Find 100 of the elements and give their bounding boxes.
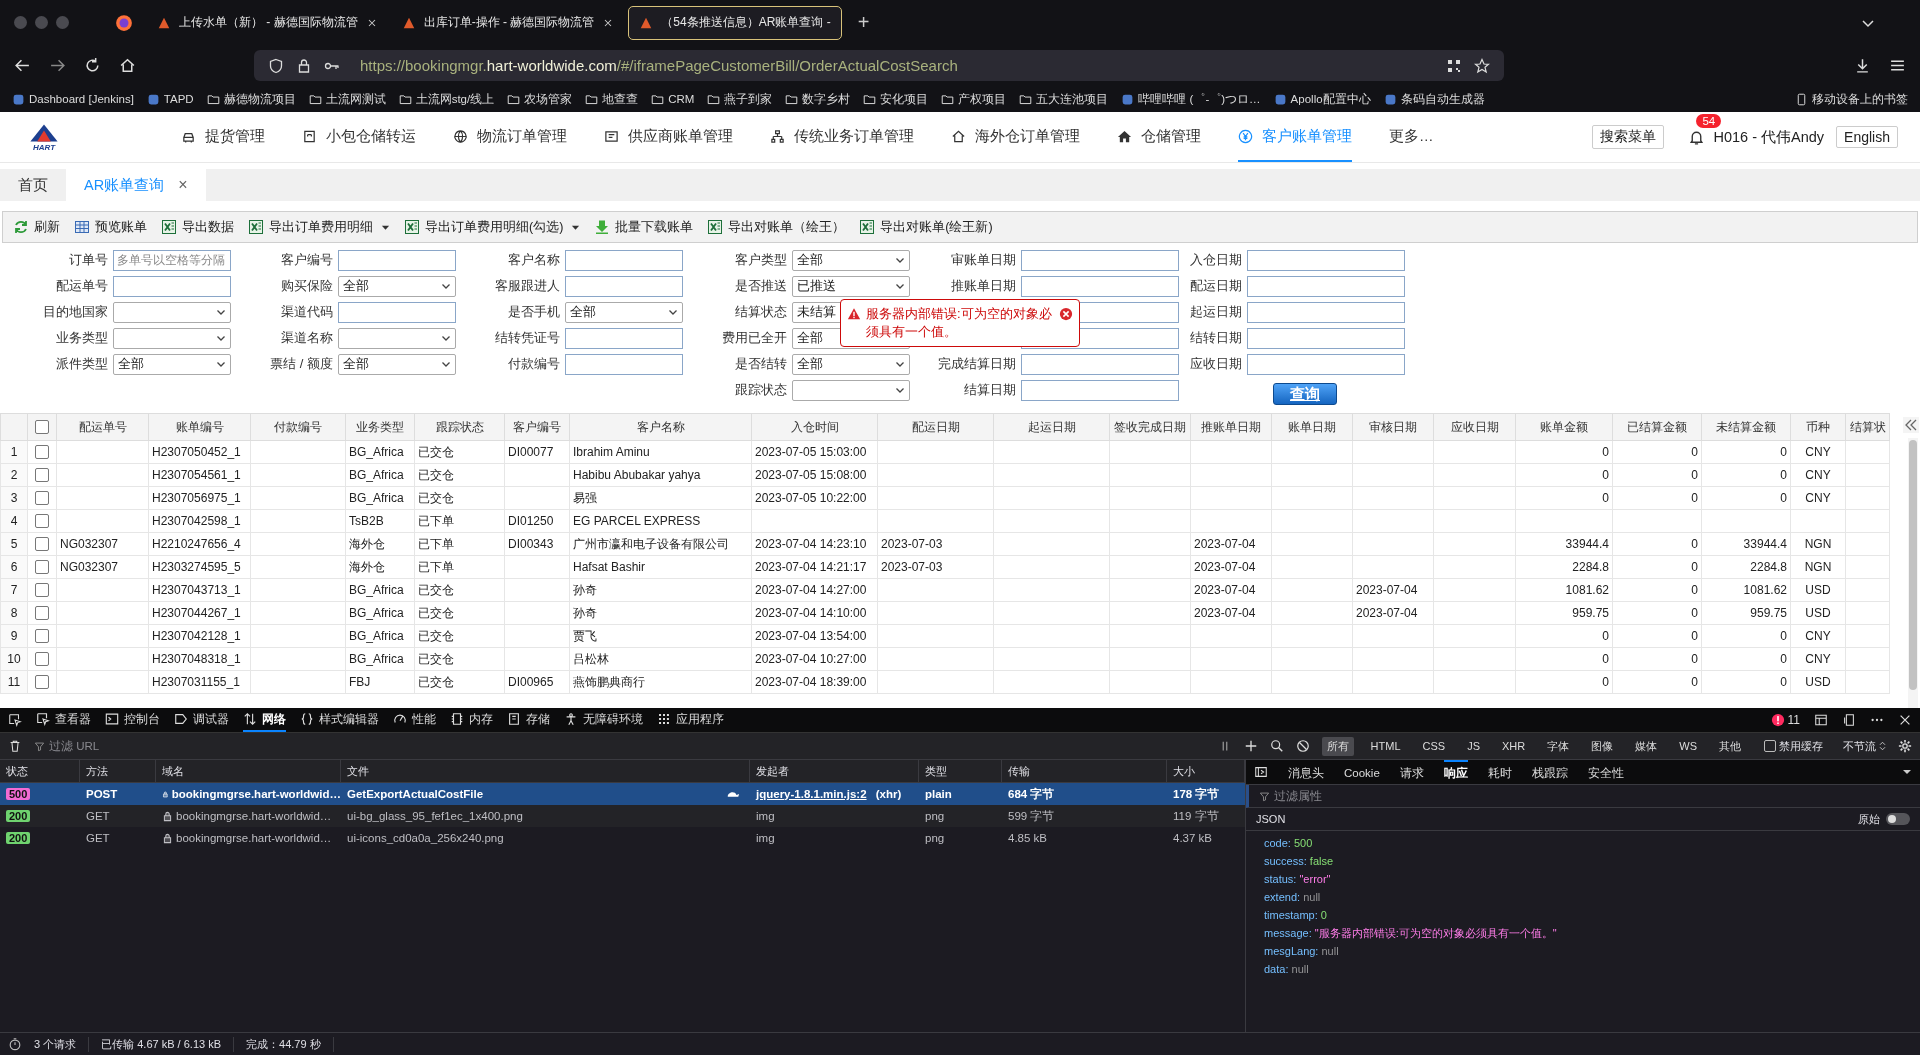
table-cell: 已交仓 bbox=[414, 647, 505, 671]
table-cell: DI00077 bbox=[504, 440, 570, 464]
table-cell: 2023-07-04 bbox=[1190, 555, 1272, 579]
field-label: 入仓日期 bbox=[1189, 251, 1242, 269]
row-number: 3 bbox=[0, 486, 28, 510]
table-cell: 0 bbox=[1612, 670, 1702, 694]
table-cell: 2023-07-04 10:27:00 bbox=[751, 647, 878, 671]
table-cell: H2307054561_1 bbox=[148, 463, 251, 487]
table-cell: 海外仓 bbox=[345, 532, 415, 556]
initiator-note: (xhr) bbox=[875, 788, 902, 800]
table-cell: 2023-07-04 bbox=[1352, 578, 1434, 602]
table-cell: CNY bbox=[1790, 647, 1846, 671]
table-cell: DI01250 bbox=[504, 509, 570, 533]
table-cell: 33944.4 bbox=[1515, 532, 1613, 556]
row-number: 4 bbox=[0, 509, 28, 533]
table-cell: 2023-07-05 15:03:00 bbox=[751, 440, 878, 464]
json-line: message: "服务器内部错误:可为空的对象必须具有一个值。" bbox=[1264, 926, 1558, 941]
domain-text: bookingmgrse.hart-worldwid… bbox=[171, 788, 341, 800]
table-cell: 33944.4 bbox=[1701, 532, 1791, 556]
field-label: 配运单号 bbox=[55, 277, 108, 295]
table-cell: 2023-07-04 bbox=[1352, 601, 1434, 625]
table-cell: 2023-07-04 14:23:10 bbox=[751, 532, 878, 556]
notification-badge: 54 bbox=[1696, 113, 1722, 128]
table-cell: H2307044267_1 bbox=[148, 601, 251, 625]
transferred-summary: 已传输 4.67 kB / 6.13 kB bbox=[101, 1036, 235, 1052]
field-label: 结转凭证号 bbox=[494, 329, 560, 347]
table-cell: 2284.8 bbox=[1701, 555, 1791, 579]
initiator-text: img bbox=[756, 810, 775, 822]
table-cell: 2023-07-05 10:22:00 bbox=[751, 486, 878, 510]
table-cell: BG_Africa bbox=[345, 624, 415, 648]
table-cell: 已交仓 bbox=[414, 463, 505, 487]
transferred-text: 599 字节 bbox=[1008, 808, 1055, 824]
field-label: 付款编号 bbox=[507, 355, 560, 373]
table-cell: 孙奇 bbox=[569, 601, 752, 625]
field-label: 完成结算日期 bbox=[937, 355, 1016, 373]
field-label: 结算状态 bbox=[734, 303, 787, 321]
table-cell: H2307056975_1 bbox=[148, 486, 251, 510]
table-cell: H2307031155_1 bbox=[148, 670, 251, 694]
table-cell: 959.75 bbox=[1701, 601, 1791, 625]
table-cell: 0 bbox=[1612, 532, 1702, 556]
table-cell: 孙奇 bbox=[569, 578, 752, 602]
table-cell: 2023-07-04 bbox=[1190, 601, 1272, 625]
table-cell: 已下单 bbox=[414, 532, 505, 556]
table-cell: NG032307 bbox=[56, 555, 149, 579]
field-label: 票结 / 额度 bbox=[269, 355, 333, 373]
table-cell: 0 bbox=[1515, 670, 1613, 694]
domain-text: bookingmgrse.hart-worldwid… bbox=[176, 832, 332, 844]
url-text: https://bookingmgr.hart-worldwide.com/#/iframePageCustomerBill/OrderActualCostSearch bbox=[360, 57, 958, 74]
table-cell: BG_Africa bbox=[345, 601, 415, 625]
table-cell: 已下单 bbox=[414, 509, 505, 533]
table-cell: 0 bbox=[1515, 624, 1613, 648]
status-badge: 200 bbox=[6, 832, 31, 844]
table-cell: DI00965 bbox=[504, 670, 570, 694]
table-cell: 0 bbox=[1515, 647, 1613, 671]
table-cell: 0 bbox=[1701, 647, 1791, 671]
table-cell: 2023-07-05 15:08:00 bbox=[751, 463, 878, 487]
table-cell: DI00343 bbox=[504, 532, 570, 556]
table-cell: 0 bbox=[1701, 624, 1791, 648]
table-cell: CNY bbox=[1790, 463, 1846, 487]
table-cell: USD bbox=[1790, 670, 1846, 694]
method-text: GET bbox=[86, 810, 110, 822]
row-number: 2 bbox=[0, 463, 28, 487]
field-label: 渠道代码 bbox=[280, 303, 333, 321]
row-number: 8 bbox=[0, 601, 28, 625]
file-name: ui-icons_cd0a0a_256x240.png bbox=[347, 832, 504, 844]
table-cell: NGN bbox=[1790, 532, 1846, 556]
table-cell: 0 bbox=[1701, 463, 1791, 487]
table-cell: BG_Africa bbox=[345, 647, 415, 671]
field-label: 推账单日期 bbox=[950, 277, 1016, 295]
table-cell: FBJ bbox=[345, 670, 415, 694]
table-cell: 2284.8 bbox=[1515, 555, 1613, 579]
file-name: GetExportActualCostFile bbox=[347, 788, 484, 800]
field-label: 审账单日期 bbox=[950, 251, 1016, 269]
transferred-text: 4.85 kB bbox=[1008, 832, 1047, 844]
table-cell: 959.75 bbox=[1515, 601, 1613, 625]
table-cell: 已下单 bbox=[414, 555, 505, 579]
status-badge: 200 bbox=[6, 810, 31, 822]
field-label: 订单号 bbox=[68, 251, 108, 269]
table-cell: H2307043713_1 bbox=[148, 578, 251, 602]
table-cell: 2023-07-04 bbox=[1190, 578, 1272, 602]
table-cell: 2023-07-04 14:27:00 bbox=[751, 578, 878, 602]
table-cell: BG_Africa bbox=[345, 463, 415, 487]
field-label: 目的地国家 bbox=[42, 303, 108, 321]
size-text: 119 字节 bbox=[1173, 808, 1219, 824]
table-cell: 已交仓 bbox=[414, 440, 505, 464]
table-cell: H2307048318_1 bbox=[148, 647, 251, 671]
table-cell: CNY bbox=[1790, 624, 1846, 648]
row-number: 7 bbox=[0, 578, 28, 602]
table-cell: 0 bbox=[1612, 440, 1702, 464]
table-cell: 已交仓 bbox=[414, 486, 505, 510]
type-text: png bbox=[925, 832, 945, 844]
table-cell: H2307042128_1 bbox=[148, 624, 251, 648]
table-cell: H2307042598_1 bbox=[148, 509, 251, 533]
table-cell: 0 bbox=[1515, 463, 1613, 487]
table-cell: 0 bbox=[1612, 601, 1702, 625]
table-cell: 吕松林 bbox=[569, 647, 752, 671]
error-message: 服务器内部错误:可为空的对象必须具有一个值。 bbox=[866, 305, 1053, 341]
json-line: status: "error" bbox=[1264, 872, 1332, 887]
table-cell: 0 bbox=[1612, 463, 1702, 487]
table-cell: 2023-07-03 bbox=[877, 555, 994, 579]
